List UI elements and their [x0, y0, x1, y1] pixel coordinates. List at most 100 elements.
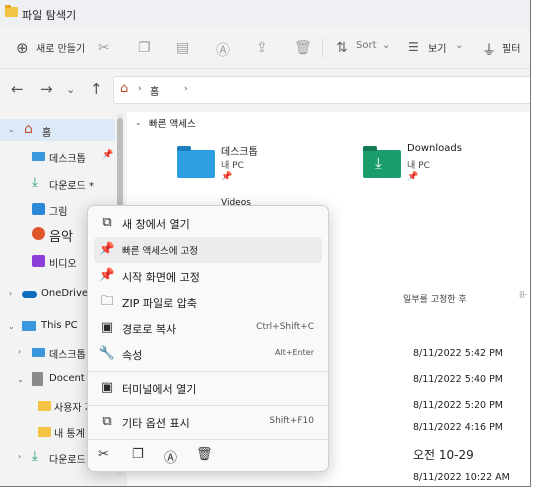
cloud-icon: [22, 291, 37, 298]
menu-item-open-terminal[interactable]: ▣ 터미널에서 열기: [94, 375, 322, 401]
file-explorer-window: 파일 탐색기 ⊕ 새로 만들기 ✂ ❐ ▤ Ⓐ ⇪ 🗑 ⇅ Sort ⌄ ☰ 보…: [0, 0, 531, 487]
open-new-window-icon: ⧉: [102, 215, 112, 230]
menu-shortcut: Shift+F10: [269, 416, 314, 426]
sidebar-label: 데스크톱: [49, 154, 86, 165]
menu-item-properties[interactable]: 🔧 속성 Alt+Enter: [94, 341, 322, 367]
zip-icon: 🗀: [100, 294, 114, 309]
delete-icon[interactable]: 🗑: [196, 447, 213, 462]
rename-icon[interactable]: Ⓐ: [216, 40, 230, 60]
file-date: 8/11/2022 4:16 PM: [413, 422, 504, 433]
recent-chevron-icon[interactable]: ⌄: [66, 83, 75, 96]
drive-icon: [32, 372, 43, 386]
delete-icon[interactable]: 🗑: [294, 40, 312, 56]
section-header: 빠른 액세스: [149, 119, 196, 130]
download-icon: ⤓: [32, 175, 38, 190]
copy-icon[interactable]: ❐: [138, 40, 151, 56]
menu-label: ZIP 파일로 압축: [122, 297, 198, 310]
sort-button[interactable]: Sort: [356, 40, 377, 51]
breadcrumb-home[interactable]: 홈: [150, 83, 159, 98]
menu-label: 속성: [122, 349, 143, 362]
sidebar-label: OneDrive: [41, 288, 89, 299]
cut-icon[interactable]: ✂: [98, 447, 109, 462]
file-date: 8/11/2022 5:40 PM: [413, 374, 504, 385]
context-menu: ⧉ 새 창에서 열기 📌 빠른 액세스에 고정 📌 시작 화면에 고정 🗀 ZI…: [87, 205, 329, 472]
expand-chevron-icon[interactable]: ›: [18, 452, 21, 461]
terminal-icon: ▣: [100, 380, 114, 395]
rename-icon[interactable]: Ⓐ: [164, 447, 177, 466]
collapse-chevron-icon[interactable]: ⌄: [8, 322, 15, 331]
address-bar[interactable]: ⌂ › 홈 ›: [113, 76, 530, 104]
file-date: 오전 10-29: [413, 448, 474, 462]
sort-icon[interactable]: ⇅: [336, 40, 348, 56]
sidebar-label: 음악: [49, 230, 73, 245]
breadcrumb-chevron-icon[interactable]: ›: [184, 84, 188, 94]
menu-label: 빠른 액세스에 고정: [122, 246, 198, 257]
column-menu-icon[interactable]: ⊪: [519, 290, 528, 301]
toolbar-divider: [322, 38, 323, 58]
menu-item-compress-zip[interactable]: 🗀 ZIP 파일로 압축: [94, 289, 322, 315]
view-button[interactable]: 보기: [428, 40, 446, 55]
forward-icon[interactable]: →: [40, 80, 53, 98]
tile-subtitle: 내 PC: [221, 161, 244, 171]
file-date: 8/11/2022 5:20 PM: [413, 400, 504, 411]
tile-title: Downloads: [407, 143, 462, 154]
expand-chevron-icon[interactable]: ›: [18, 347, 21, 356]
command-bar: ⊕ 새로 만들기 ✂ ❐ ▤ Ⓐ ⇪ 🗑 ⇅ Sort ⌄ ☰ 보기 ⌄ ⏚ 필…: [0, 28, 530, 69]
new-button[interactable]: 새로 만들기: [36, 40, 85, 55]
pin-icon: 📌: [98, 268, 116, 283]
quick-access-tile-downloads[interactable]: ⤓ Downloads 내 PC 📌: [363, 142, 523, 188]
up-icon[interactable]: ↑: [90, 80, 103, 98]
title-bar[interactable]: 파일 탐색기: [0, 0, 530, 28]
folder-icon: [38, 401, 51, 411]
tile-title: 데스크톱: [221, 147, 258, 158]
videos-icon: [32, 255, 45, 267]
view-icon[interactable]: ☰: [408, 40, 419, 54]
pin-icon: 📌: [407, 172, 419, 182]
collapse-chevron-icon[interactable]: ⌄: [17, 375, 24, 384]
menu-item-open-new-window[interactable]: ⧉ 새 창에서 열기: [94, 210, 322, 236]
menu-label: 터미널에서 열기: [122, 383, 197, 396]
file-date: 8/11/2022 10:22 AM: [413, 472, 510, 483]
window-title: 파일 탐색기: [22, 9, 77, 22]
expand-chevron-icon[interactable]: ›: [9, 289, 12, 298]
menu-item-pin-start[interactable]: 📌 시작 화면에 고정: [94, 263, 322, 289]
pictures-icon: [32, 203, 45, 215]
copy-icon[interactable]: ❐: [132, 447, 144, 462]
breadcrumb-chevron-icon: ›: [138, 84, 142, 94]
section-collapse-icon[interactable]: ⌄: [135, 118, 142, 127]
sort-chevron-icon[interactable]: ⌄: [382, 40, 390, 51]
cut-icon[interactable]: ✂: [98, 40, 110, 56]
music-icon: [32, 227, 45, 240]
folder-icon: [38, 427, 51, 437]
home-icon: ⌂: [120, 81, 129, 96]
back-icon[interactable]: ←: [11, 80, 24, 98]
sidebar-item-desktop[interactable]: 데스크톱 📌: [0, 146, 115, 168]
filter-button[interactable]: 필터: [502, 40, 520, 55]
computer-icon: [22, 321, 36, 331]
pin-icon: 📌: [98, 242, 116, 257]
menu-item-pin-quick-access[interactable]: 📌 빠른 액세스에 고정: [94, 237, 322, 263]
pin-icon: 📌: [221, 172, 233, 182]
sidebar-label: 내 통계: [54, 429, 85, 440]
sidebar-label: 그림: [49, 207, 68, 218]
menu-separator: [88, 439, 328, 440]
new-icon[interactable]: ⊕: [16, 39, 29, 57]
sidebar-label: Docent: [49, 373, 85, 384]
menu-item-more-options[interactable]: ⧉ 기타 옵션 표시 Shift+F10: [94, 409, 322, 435]
sidebar-label: 비디오: [49, 259, 77, 270]
menu-item-copy-path[interactable]: ▣ 경로로 복사 Ctrl+Shift+C: [94, 315, 322, 341]
pin-icon: 📌: [102, 150, 114, 160]
pinned-hint: 일부를 고정한 후: [403, 295, 467, 305]
paste-icon[interactable]: ▤: [176, 40, 189, 56]
sidebar-item-downloads[interactable]: ⤓ 다운로드 *: [0, 173, 115, 195]
sidebar-label: This PC: [41, 320, 78, 331]
share-icon[interactable]: ⇪: [256, 40, 268, 56]
sidebar-label: 다운로드: [49, 455, 86, 466]
menu-label: 경로로 복사: [122, 323, 177, 336]
view-chevron-icon[interactable]: ⌄: [455, 40, 463, 51]
menu-shortcut: Alt+Enter: [274, 348, 314, 357]
quick-access-tile-desktop[interactable]: 데스크톱 내 PC 📌: [177, 142, 347, 188]
sidebar-item-home[interactable]: ⌄ ⌂ 홈: [0, 119, 115, 141]
collapse-chevron-icon[interactable]: ⌄: [8, 125, 15, 134]
filter-icon[interactable]: ⏚: [482, 40, 496, 60]
